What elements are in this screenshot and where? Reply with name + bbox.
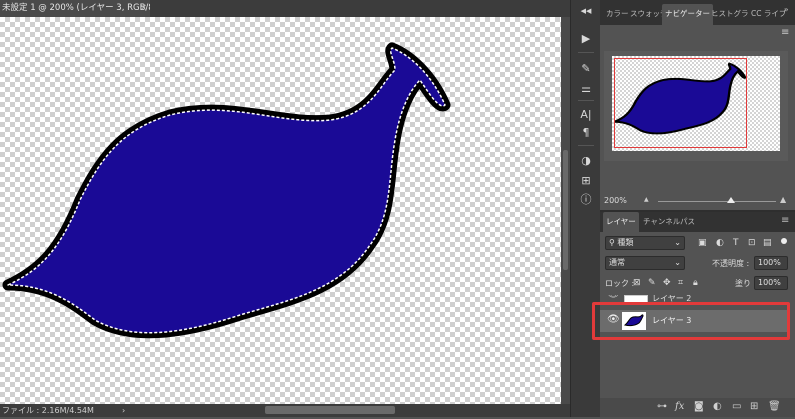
filter-pixel-icon[interactable]: ▣	[698, 237, 707, 249]
chevron-down-icon: ⌄	[674, 258, 681, 267]
trash-icon[interactable]: 🗑︎	[768, 401, 781, 412]
fill-value: 100%	[758, 278, 781, 287]
tab-navigator[interactable]: ナビゲーター	[662, 4, 713, 25]
layers-panel-tabs: レイヤー チャンネル パス ≡	[600, 212, 795, 233]
adjust-icon[interactable]: ⚌	[571, 80, 601, 98]
layer-filter-select[interactable]: ⚲ 種類 ⌄	[605, 236, 685, 250]
lock-all-icon[interactable]: 🔒︎	[693, 277, 698, 289]
navigator-panel-tabs: カラー スウォッチ ナビゲーター ヒストグラ CC ライブ »	[600, 0, 795, 25]
tab-layers[interactable]: レイヤー	[603, 212, 639, 233]
zoom-row: 200% ▲ ▲	[600, 194, 795, 210]
filter-adjustment-icon[interactable]: ◐	[716, 237, 724, 249]
blend-mode-select[interactable]: 通常 ⌄	[605, 256, 685, 270]
lock-position-icon[interactable]: ✥	[663, 277, 671, 289]
status-arrow-icon[interactable]: ›	[122, 404, 125, 417]
filter-type-icon[interactable]: T	[733, 237, 739, 249]
brush-icon[interactable]: ✎	[571, 60, 601, 78]
zoom-out-icon[interactable]: ▲	[644, 196, 649, 203]
highlight-box	[592, 302, 790, 340]
close-tab-icon[interactable]: ×	[140, 0, 147, 17]
filter-shape-icon[interactable]: ⊡	[748, 237, 756, 249]
panel-menu-icon[interactable]: ≡	[781, 27, 789, 38]
link-icon[interactable]: ⊶	[657, 401, 667, 412]
opacity-value: 100%	[758, 258, 781, 267]
folder-icon[interactable]: ▭	[732, 401, 741, 412]
tab-strip	[150, 0, 570, 17]
filter-toggle[interactable]	[781, 238, 787, 244]
collapse-icon[interactable]: »	[781, 2, 792, 21]
visibility-eye-icon[interactable]: 👁︎	[607, 295, 620, 300]
layers-bottom-bar: ⊶ fx ◙ ◐ ▭ ⊞ 🗑︎	[600, 398, 795, 417]
fill-input[interactable]: 100%	[754, 276, 788, 290]
fx-icon[interactable]: fx	[675, 401, 684, 412]
leaf-shape	[2, 42, 451, 339]
lock-pixels-icon[interactable]: ✎	[648, 277, 656, 289]
lock-label: ロック :	[605, 279, 635, 288]
lock-artboard-icon[interactable]: ⌗	[678, 277, 683, 289]
canvas[interactable]	[0, 17, 561, 404]
adjustment-icon[interactable]: ◐	[713, 401, 722, 412]
panel-icon-strip: ◀◀ ▶ ✎ ⚌ A| ¶ ◑ ⊞ ⓘ	[570, 0, 601, 417]
file-size-status: ファイル : 2.16M/4.54M	[2, 406, 94, 415]
mask-icon[interactable]: ◙	[694, 401, 704, 412]
play-icon[interactable]: ▶	[571, 30, 601, 48]
zoom-slider-knob[interactable]	[727, 197, 736, 203]
filter-smart-object-icon[interactable]: ▤	[763, 237, 772, 249]
document-tab[interactable]: 未設定 1 @ 200% (レイヤー 3, RGB/8#) * ×	[0, 0, 150, 17]
tab-paths[interactable]: パス	[677, 214, 698, 233]
blend-mode-value: 通常	[609, 258, 625, 267]
zoom-value[interactable]: 200%	[604, 196, 627, 205]
opacity-label: 不透明度 :	[712, 259, 750, 268]
horizontal-scroll-thumb[interactable]	[265, 406, 395, 414]
zoom-slider-track[interactable]	[658, 201, 776, 202]
vertical-scroll-thumb[interactable]	[563, 150, 568, 270]
layers-menu-icon[interactable]: ≡	[778, 213, 792, 232]
navigator-view-box[interactable]	[614, 58, 747, 148]
paragraph-icon[interactable]: ¶	[571, 124, 601, 142]
tab-histogram[interactable]: ヒストグラ	[708, 6, 752, 25]
document-title: 未設定 1 @ 200% (レイヤー 3, RGB/8#) *	[2, 3, 150, 13]
play-back-icon[interactable]: ◀◀	[571, 2, 601, 20]
new-layer-icon[interactable]: ⊞	[750, 401, 758, 412]
info-icon[interactable]: ⓘ	[571, 191, 601, 209]
type-icon[interactable]: A|	[571, 106, 601, 124]
color-icon[interactable]: ◑	[571, 152, 601, 170]
zoom-in-icon[interactable]: ▲	[780, 195, 786, 204]
chevron-down-icon: ⌄	[674, 238, 681, 247]
layer-filter-label: 種類	[617, 238, 634, 247]
swatches-icon[interactable]: ⊞	[571, 172, 601, 190]
opacity-input[interactable]: 100%	[754, 256, 788, 270]
lock-transparency-icon[interactable]: ⊠	[633, 277, 641, 289]
